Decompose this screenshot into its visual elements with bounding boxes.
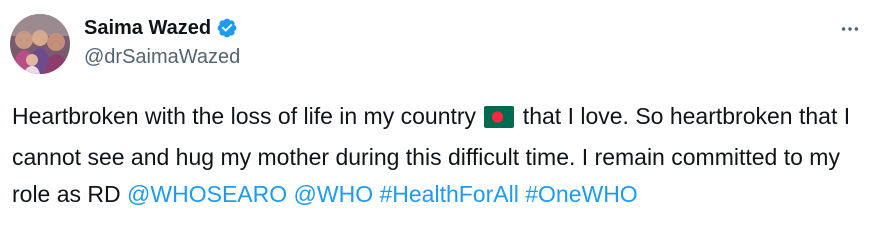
more-options-button[interactable] <box>835 16 865 42</box>
hashtag-link-healthforall[interactable]: #HealthForAll <box>379 181 518 207</box>
verified-badge-icon[interactable] <box>216 17 238 39</box>
hashtag-link-onewho[interactable]: #OneWHO <box>525 181 637 207</box>
bangladesh-flag-icon <box>484 102 515 139</box>
more-options-icon <box>841 27 859 31</box>
mention-link-whosearo[interactable]: @WHOSEARO <box>127 181 287 207</box>
tweet-card: Saima Wazed @drSaimaWazed Heartbroken wi… <box>0 0 879 250</box>
author-name-row: Saima Wazed <box>84 14 238 42</box>
mention-link-who[interactable]: @WHO <box>294 181 374 207</box>
user-handle[interactable]: @drSaimaWazed <box>84 46 240 69</box>
tweet-text: Heartbroken with the loss of life in my … <box>12 98 867 213</box>
profile-photo <box>10 14 70 74</box>
display-name[interactable]: Saima Wazed <box>84 17 211 40</box>
tweet-text-part: Heartbroken with the loss of life in my … <box>12 103 483 129</box>
avatar[interactable] <box>10 14 70 74</box>
